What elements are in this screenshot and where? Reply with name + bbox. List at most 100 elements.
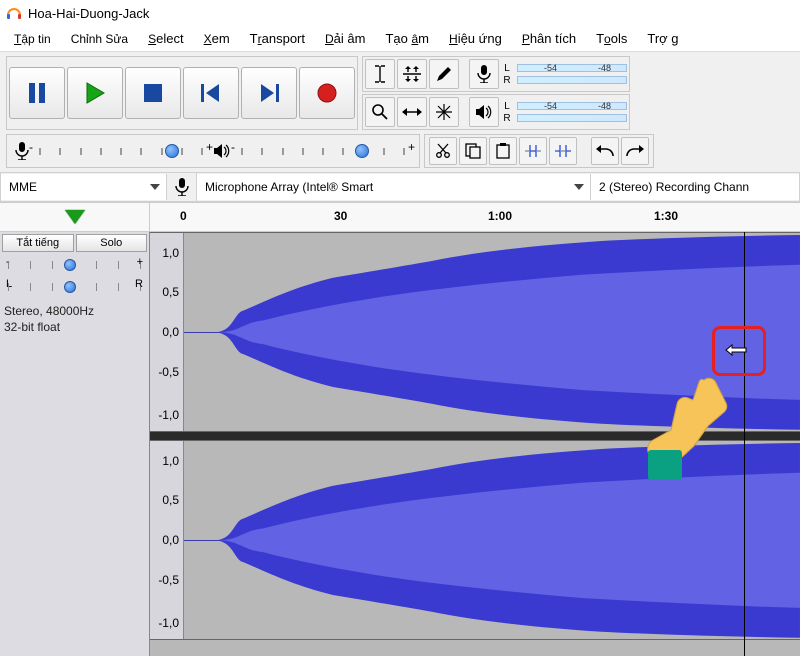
input-device-dropdown[interactable]: Microphone Array (Intel® Smart [197, 174, 591, 200]
hand-cursor-icon [725, 343, 747, 357]
record-meter-mic[interactable] [469, 59, 499, 89]
menubar: Tập tin Chỉnh Sửa Select Xem Transport D… [0, 26, 800, 52]
play-icon [84, 82, 106, 104]
menu-analyze[interactable]: Phân tích [512, 27, 586, 50]
paste-icon [495, 143, 511, 159]
channels-value: 2 (Stereo) Recording Chann [599, 180, 749, 194]
record-button[interactable] [299, 67, 355, 119]
audio-host-value: MME [9, 180, 37, 194]
record-meter-L: L-54-48 [501, 63, 627, 74]
input-device-value: Microphone Array (Intel® Smart [205, 180, 373, 194]
playhead-cursor[interactable] [744, 232, 745, 656]
window-title: Hoa-Hai-Duong-Jack [28, 6, 149, 21]
edit-toolbar [424, 134, 654, 168]
input-device-icon-holder [167, 173, 197, 201]
menu-tracks[interactable]: Dải âm [315, 27, 375, 50]
scissors-icon [435, 143, 451, 159]
draw-tool[interactable] [429, 59, 459, 89]
copy-button[interactable] [459, 137, 487, 165]
menu-file-label: ập tin [21, 32, 50, 46]
transport-panel [6, 56, 358, 130]
record-meter-R: R [501, 75, 627, 86]
menu-select[interactable]: Select [138, 27, 193, 50]
timeline-pin[interactable] [0, 203, 150, 231]
pointing-hand-icon [646, 374, 736, 484]
amplitude-scale: 1,0 0,5 0,0 -0,5 -1,0 [150, 441, 184, 639]
channels-dropdown[interactable]: 2 (Stereo) Recording Chann [591, 174, 799, 200]
window-titlebar: Hoa-Hai-Duong-Jack [0, 0, 800, 26]
playback-volume-slider[interactable]: - + [235, 142, 411, 160]
track-control-panel: Tắt tiếng Solo - + L R Stereo, 48000Hz 3… [0, 232, 150, 656]
menu-effect[interactable]: Hiệu ứng [439, 27, 512, 50]
tracks-area: Tắt tiếng Solo - + L R Stereo, 48000Hz 3… [0, 232, 800, 656]
play-meter-R: R [501, 113, 627, 124]
play-meter-L: L-54-48 [501, 101, 627, 112]
multi-tool[interactable] [429, 97, 459, 127]
copy-icon [465, 143, 481, 159]
stop-button[interactable] [125, 67, 181, 119]
ibeam-icon [372, 65, 388, 83]
menu-help[interactable]: Trợ g [637, 27, 688, 50]
toolbar-row-1: L-54-48 R L-54-48 R [0, 52, 800, 134]
waveform-area[interactable]: 1,0 0,5 0,0 -0,5 -1,0 1,0 0,5 0,0 -0,5 -… [150, 232, 800, 656]
microphone-icon [15, 142, 29, 160]
menu-edit[interactable]: Chỉnh Sửa [61, 27, 138, 50]
play-meter-spk[interactable] [469, 97, 499, 127]
timeline: 0 30 1:00 1:30 [0, 202, 800, 232]
trim-icon [524, 143, 542, 159]
envelope-icon [402, 66, 422, 82]
paste-button[interactable] [489, 137, 517, 165]
menu-tools[interactable]: Tools [586, 27, 637, 50]
skip-end-button[interactable] [241, 67, 297, 119]
device-toolbar: MME Microphone Array (Intel® Smart 2 (St… [0, 172, 800, 202]
amplitude-scale: 1,0 0,5 0,0 -0,5 -1,0 [150, 233, 184, 431]
redo-button[interactable] [621, 137, 649, 165]
annotation-highlight-box [712, 326, 766, 376]
skip-start-icon [201, 84, 221, 102]
toolbar-row-2: - + - + [0, 134, 800, 172]
magnify-icon [371, 103, 389, 121]
selection-tool[interactable] [365, 59, 395, 89]
menu-file[interactable]: Tập tin [4, 27, 61, 50]
speaker-icon [475, 104, 493, 120]
menu-edit-label: Chỉnh Sửa [71, 32, 128, 46]
multitool-icon [435, 103, 453, 121]
undo-icon [595, 144, 615, 158]
gain-slider[interactable]: - + [8, 256, 141, 274]
menu-generate[interactable]: Tạo âm [375, 27, 439, 50]
audio-host-dropdown[interactable]: MME [1, 174, 167, 200]
stop-icon [144, 84, 162, 102]
pause-icon [28, 83, 46, 103]
recording-volume-slider[interactable]: - + [33, 142, 209, 160]
pencil-icon [435, 65, 453, 83]
solo-button[interactable]: Solo [76, 234, 148, 252]
mixer-panel: - + - + [6, 134, 420, 168]
timeshift-icon [402, 105, 422, 119]
silence-icon [554, 143, 572, 159]
tools-panel-2: L-54-48 R [362, 94, 630, 130]
tools-panel: L-54-48 R [362, 56, 630, 92]
menu-transport[interactable]: Transport [240, 27, 315, 50]
track-format-info: Stereo, 48000Hz 32-bit float [2, 300, 147, 339]
timeshift-tool[interactable] [397, 97, 427, 127]
skip-end-icon [259, 84, 279, 102]
pause-button[interactable] [9, 67, 65, 119]
zoom-tool[interactable] [365, 97, 395, 127]
microphone-icon [175, 178, 189, 196]
cut-button[interactable] [429, 137, 457, 165]
microphone-icon [477, 65, 491, 83]
mute-button[interactable]: Tắt tiếng [2, 234, 74, 252]
record-icon [317, 83, 337, 103]
envelope-tool[interactable] [397, 59, 427, 89]
time-ruler[interactable]: 0 30 1:00 1:30 [150, 203, 800, 231]
play-button[interactable] [67, 67, 123, 119]
chevron-down-icon [150, 184, 160, 190]
pan-slider[interactable]: L R [8, 278, 141, 296]
silence-button[interactable] [549, 137, 577, 165]
undo-button[interactable] [591, 137, 619, 165]
trim-button[interactable] [519, 137, 547, 165]
menu-view[interactable]: Xem [194, 27, 240, 50]
skip-start-button[interactable] [183, 67, 239, 119]
pin-triangle-icon [65, 210, 85, 224]
speaker-icon [213, 143, 231, 159]
